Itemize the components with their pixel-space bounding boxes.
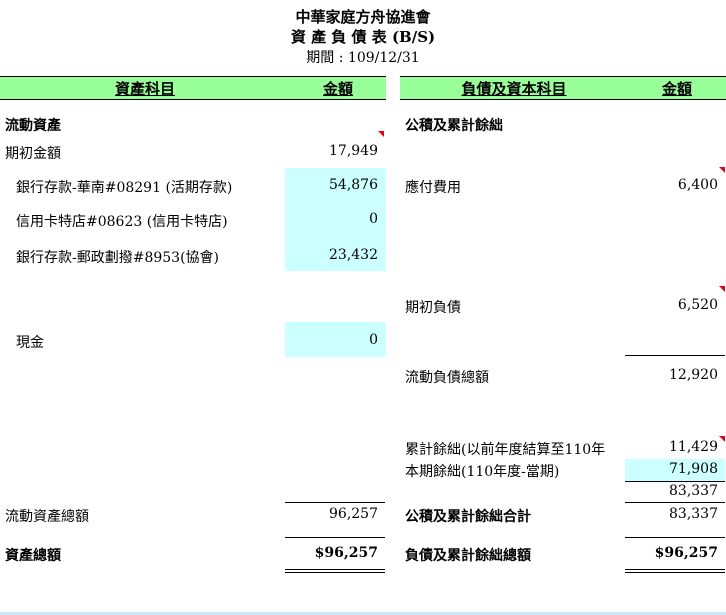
liability-current-total-label: 流動負債總額 xyxy=(405,370,489,386)
accum-surplus-label: 累計餘絀(以前年度結算至110年 xyxy=(405,442,606,458)
asset-total-value: $96,257 xyxy=(314,545,378,561)
liability-section-title: 公積及累計餘絀 xyxy=(405,118,503,134)
cash-label: 現金 xyxy=(16,335,44,351)
asset-header-bar: 資產科目 金額 xyxy=(0,76,386,100)
period-surplus-label: 本期餘絀(110年度-當期) xyxy=(405,464,560,480)
reserve-subtotal-value: 83,337 xyxy=(669,483,718,499)
grand-total-double-line-2 xyxy=(625,572,725,573)
liability-item-header: 負債及資本科目 xyxy=(461,80,567,98)
asset-total-double-line-1 xyxy=(285,569,385,570)
grand-total-top-line xyxy=(625,537,725,538)
reserve-total-value: 83,337 xyxy=(669,506,718,522)
asset-current-total-label: 流動資產總額 xyxy=(5,509,89,525)
asset-item-header: 資產科目 xyxy=(114,80,175,98)
period-surplus-value[interactable]: 71,908 xyxy=(626,461,718,477)
report-period: 期間 : 109/12/31 xyxy=(306,50,420,66)
bank-post-value[interactable]: 23,432 xyxy=(286,247,378,263)
reserve-total-label: 公積及累計餘絀合計 xyxy=(405,509,531,525)
reserve-total-line xyxy=(625,502,725,503)
comment-flag-icon xyxy=(719,167,725,173)
liability-opening-label: 期初負債 xyxy=(405,300,461,316)
asset-total-label: 資產總額 xyxy=(5,548,61,564)
org-title: 中華家庭方舟協進會 xyxy=(295,8,431,26)
liability-opening-value: 6,520 xyxy=(677,297,718,313)
grand-total-label: 負債及累計餘絀總額 xyxy=(405,548,531,564)
bank-huanan-label: 銀行存款-華南#08291 (活期存款) xyxy=(16,180,233,196)
comment-flag-icon xyxy=(719,286,725,292)
asset-total-double-line-2 xyxy=(285,572,385,573)
payable-value: 6,400 xyxy=(677,177,718,193)
accum-surplus-value: 11,429 xyxy=(669,439,718,455)
bank-huanan-value[interactable]: 54,876 xyxy=(286,177,378,193)
asset-amount-header: 金額 xyxy=(322,80,353,98)
liability-current-total-value: 12,920 xyxy=(669,367,718,383)
grand-total-value: $96,257 xyxy=(654,545,718,561)
asset-section-title: 流動資產 xyxy=(5,118,61,134)
report-title: 資 產 負 債 表 (B/S) xyxy=(290,28,436,46)
cash-value[interactable]: 0 xyxy=(286,332,378,348)
grand-total-double-line-1 xyxy=(625,569,725,570)
liability-amount-header: 金額 xyxy=(661,80,692,98)
liability-subtotal-line xyxy=(625,355,725,356)
credit-card-value[interactable]: 0 xyxy=(286,211,378,227)
asset-opening-label: 期初金額 xyxy=(5,146,61,162)
asset-subtotal-line xyxy=(285,502,385,503)
bank-post-label: 銀行存款-郵政劃撥#8953(協會) xyxy=(16,250,220,266)
payable-label: 應付費用 xyxy=(405,180,461,196)
asset-current-total-value: 96,257 xyxy=(329,506,378,522)
comment-flag-icon xyxy=(719,436,725,442)
credit-card-label: 信用卡特店#08623 (信用卡特店) xyxy=(16,214,228,230)
asset-total-top-line xyxy=(285,537,385,538)
comment-flag-icon xyxy=(378,131,384,137)
reserve-subtotal-line xyxy=(625,481,725,482)
liability-header-bar: 負債及資本科目 金額 xyxy=(400,76,726,100)
asset-opening-value: 17,949 xyxy=(329,143,378,159)
